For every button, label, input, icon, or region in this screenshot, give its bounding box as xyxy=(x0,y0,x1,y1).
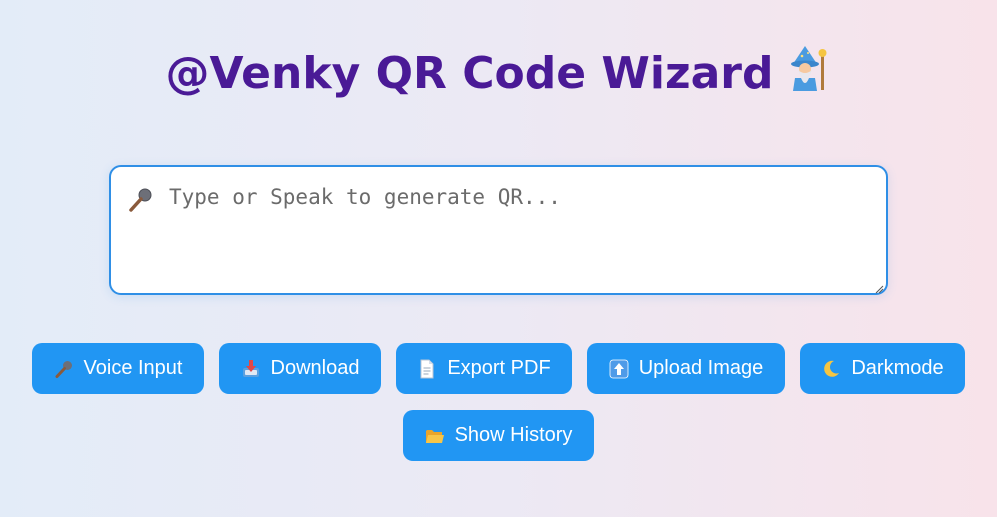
resize-handle[interactable] xyxy=(874,281,884,294)
qr-text-input-container xyxy=(109,165,888,295)
page-title: @Venky QR Code Wizard xyxy=(0,44,997,103)
voice-input-button[interactable]: Voice Input xyxy=(32,343,204,394)
document-icon xyxy=(417,359,437,379)
darkmode-button[interactable]: Darkmode xyxy=(800,343,965,394)
voice-input-label: Voice Input xyxy=(83,357,183,379)
microphone-icon xyxy=(54,359,74,379)
show-history-button[interactable]: Show History xyxy=(403,410,594,461)
darkmode-label: Darkmode xyxy=(851,357,944,379)
inbox-download-icon xyxy=(241,359,261,379)
page-title-text: @Venky QR Code Wizard xyxy=(165,48,774,99)
crescent-moon-icon xyxy=(821,359,841,379)
up-arrow-icon xyxy=(609,359,629,379)
qr-text-input[interactable] xyxy=(111,167,886,293)
upload-image-label: Upload Image xyxy=(638,357,764,379)
export-pdf-button[interactable]: Export PDF xyxy=(396,343,572,394)
show-history-label: Show History xyxy=(454,424,573,446)
upload-image-button[interactable]: Upload Image xyxy=(587,343,785,394)
folder-icon xyxy=(425,426,445,446)
download-label: Download xyxy=(270,357,360,379)
wizard-icon xyxy=(787,44,831,103)
download-button[interactable]: Download xyxy=(219,343,381,394)
export-pdf-label: Export PDF xyxy=(447,357,551,379)
